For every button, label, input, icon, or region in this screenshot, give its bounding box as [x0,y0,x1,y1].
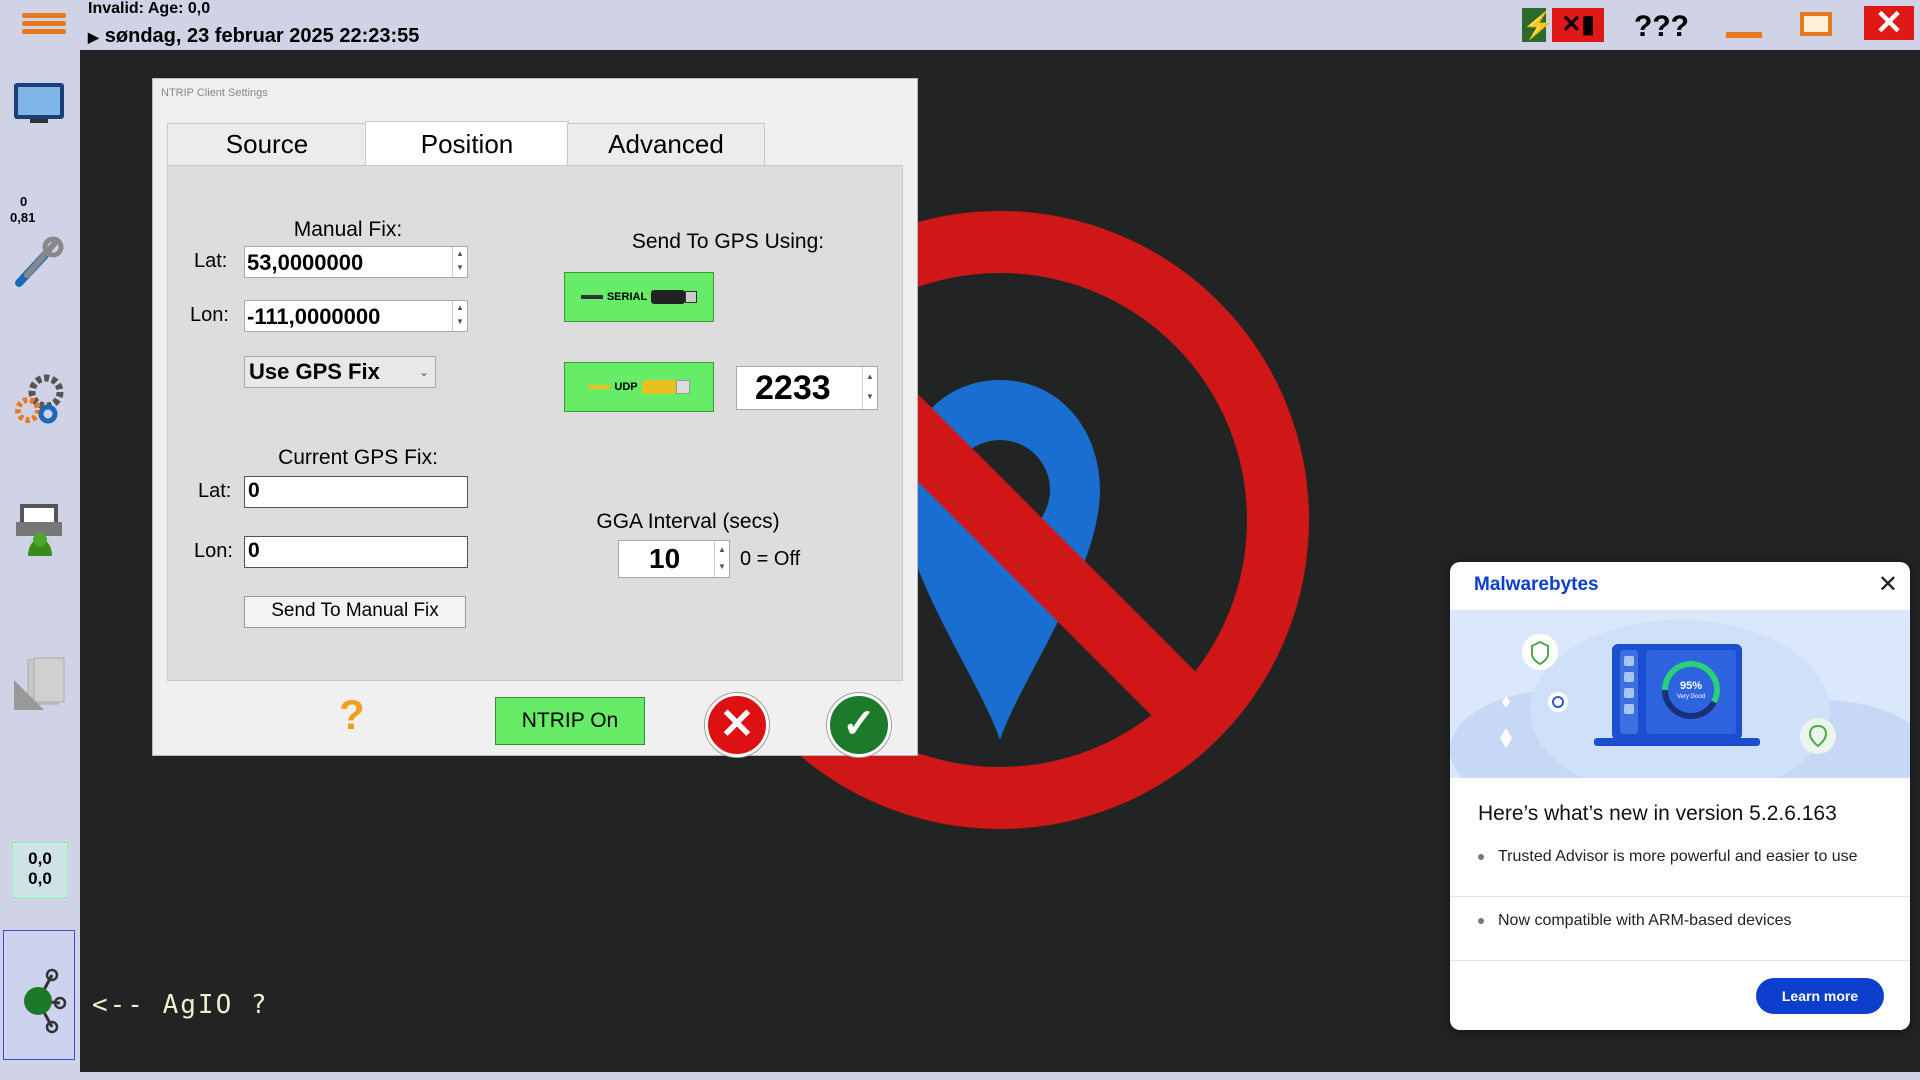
agio-label[interactable]: <-- AgIO ? [92,990,269,1020]
whats-new-item: Trusted Advisor is more powerful and eas… [1478,848,1858,866]
udp-port-input[interactable]: 2233 ▲ ▼ [736,366,878,410]
send-to-gps-heading: Send To GPS Using: [631,230,825,253]
bottom-strip [0,1072,1920,1080]
manual-lon-label: Lon: [190,304,229,326]
manual-lat-value: 53,0000000 [247,250,364,275]
field-printer-icon[interactable] [10,500,68,558]
whats-new-title: Here’s what’s new in version 5.2.6.163 [1478,802,1837,825]
ethernet-cable-icon: UDP [588,380,690,394]
network-nodes-icon [24,968,67,1034]
hero-illustration: 95% Very Good [1450,610,1910,778]
manual-lon-input[interactable]: -111,0000000 ▲ ▼ [244,300,468,332]
datetime-display: ▶ søndag, 23 februar 2025 22:23:55 [88,25,419,48]
no-signal-icon[interactable]: ✕▮ [1552,8,1604,42]
spin-arrows-icon[interactable]: ▲ ▼ [714,541,729,577]
divider [1450,960,1910,961]
top-bar: Invalid: Age: 0,0 ▶ søndag, 23 februar 20… [0,0,1920,50]
manual-lat-label: Lat: [194,250,228,272]
spin-arrows-icon[interactable]: ▲ ▼ [862,367,877,409]
current-lat-label: Lat: [198,480,232,502]
coord-bottom: 0,0 [28,869,52,888]
divider [1450,896,1910,897]
current-lon-field[interactable]: 0 [244,536,468,568]
spin-arrows-icon[interactable]: ▲ ▼ [452,301,467,331]
maximize-window-icon[interactable] [1800,12,1832,36]
gga-interval-input[interactable]: 10 ▲ ▼ [618,540,730,578]
play-triangle-icon: ▶ [88,29,99,45]
manual-fix-heading: Manual Fix: [293,218,403,241]
bullet-icon [1478,917,1484,924]
udp-port-value: 2233 [755,369,831,407]
tab-advanced[interactable]: Advanced [567,123,765,165]
udp-output-button[interactable]: UDP [564,362,714,412]
agio-network-button[interactable] [3,930,75,1060]
coord-top: 0,0 [28,849,52,868]
gga-interval-label: GGA Interval (secs) [596,510,780,533]
send-to-manual-fix-button[interactable]: Send To Manual Fix [244,596,466,628]
serial-cable-icon: SERIAL [580,290,698,304]
serial-output-button[interactable]: SERIAL [564,272,714,322]
ok-checkmark-icon[interactable]: ✓ [827,693,891,757]
minimize-window-icon[interactable] [1726,32,1762,38]
gauge-caption: Very Good [1676,694,1706,700]
serial-label: SERIAL [606,291,648,303]
gauge-value: 95% [1679,680,1703,692]
bullet-icon [1478,853,1484,860]
whats-new-item: Now compatible with ARM-based devices [1478,912,1791,930]
cancel-x-icon[interactable]: ✕ [705,693,769,757]
settings-gears-icon[interactable] [10,370,68,428]
hamburger-menu-icon[interactable] [22,10,66,42]
close-icon[interactable]: ✕ [1878,570,1898,599]
udp-label: UDP [614,381,638,393]
fix-mode-select[interactable]: Use GPS Fix ⌄ [244,356,436,388]
fix-mode-selected: Use GPS Fix [249,359,380,384]
datetime-text: søndag, 23 februar 2025 22:23:55 [104,25,420,47]
tab-source[interactable]: Source [167,123,367,165]
speed-bottom-value: 0,81 [10,210,36,225]
learn-more-button[interactable]: Learn more [1756,978,1884,1014]
whats-new-item-text: Now compatible with ARM-based devices [1498,912,1792,929]
chevron-down-icon: ⌄ [418,365,429,379]
document-ruler-icon[interactable] [10,656,68,714]
malwarebytes-logo: Malwarebytes [1474,574,1599,595]
manual-lat-input[interactable]: 53,0000000 ▲ ▼ [244,246,468,278]
gga-interval-value: 10 [649,543,681,574]
help-question-icon[interactable]: ? [339,691,365,739]
power-bolt-icon[interactable]: ⚡ [1522,8,1554,42]
dialog-title: NTRIP Client Settings [161,87,268,99]
display-monitor-icon[interactable] [10,74,68,132]
current-fix-heading: Current GPS Fix: [278,446,438,469]
tab-position[interactable]: Position [365,121,569,167]
gga-off-hint: 0 = Off [740,548,801,570]
ntrip-settings-dialog: NTRIP Client Settings Source Position Ad… [152,78,918,757]
current-lat-field[interactable]: 0 [244,476,468,508]
position-tab-panel: Manual Fix: Lat: 53,0000000 ▲ ▼ Lon: -111… [167,165,903,681]
ntrip-on-button[interactable]: NTRIP On [495,697,645,745]
unknown-status-indicator[interactable]: ??? [1634,10,1689,44]
coordinates-readout[interactable]: 0,0 0,0 [12,842,68,898]
tools-wrench-icon[interactable] [10,234,68,292]
speed-top-value: 0 [20,194,28,209]
current-lon-label: Lon: [194,540,233,562]
spin-arrows-icon[interactable]: ▲ ▼ [452,247,467,277]
malwarebytes-notification: Malwarebytes ✕ 95% Very Good Here’s what… [1450,562,1910,1030]
manual-lon-value: -111,0000000 [247,304,381,329]
gps-age-status: Invalid: Age: 0,0 [88,0,211,17]
close-app-icon[interactable]: ✕ [1864,6,1914,40]
left-sidebar: 0 0,81 0,0 0,0 [0,50,80,1080]
whats-new-item-text: Trusted Advisor is more powerful and eas… [1498,848,1858,865]
